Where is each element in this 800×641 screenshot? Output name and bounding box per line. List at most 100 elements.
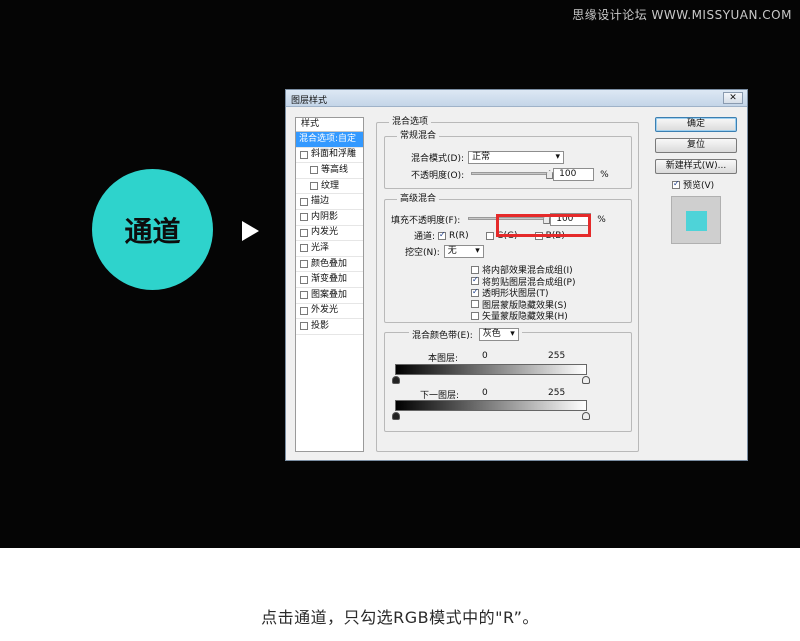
sidebar-item-label: 内发光 bbox=[311, 227, 339, 238]
this-layer-max: 255 bbox=[548, 351, 566, 361]
channel-r-label[interactable]: R(R) bbox=[449, 231, 469, 241]
sidebar-item-checkbox[interactable] bbox=[300, 291, 308, 300]
sidebar-item-label: 外发光 bbox=[311, 305, 339, 316]
this-layer-white-marker[interactable] bbox=[582, 376, 590, 384]
dialog-titlebar: 图层样式 ✕ bbox=[286, 90, 747, 107]
sidebar-item-checkbox[interactable] bbox=[300, 275, 308, 284]
general-blending-title: 常规混合 bbox=[397, 131, 440, 141]
preview-swatch bbox=[686, 211, 707, 231]
sidebar-item-checkbox[interactable] bbox=[300, 213, 308, 222]
play-arrow-icon bbox=[242, 221, 259, 241]
sidebar-item-checkbox[interactable] bbox=[310, 182, 318, 191]
blend-if-group: 混合颜色带(E): 灰色 本图层: 0 255 下一图层: 0 255 bbox=[384, 328, 632, 432]
advanced-blending-title: 高级混合 bbox=[397, 194, 440, 204]
channel-badge: 通道 bbox=[92, 169, 213, 290]
sidebar-item[interactable]: 描边 bbox=[296, 194, 363, 210]
sidebar-item-label: 图案叠加 bbox=[311, 289, 348, 300]
advanced-option-checkbox[interactable] bbox=[471, 275, 479, 286]
preview-row: 预览(V) bbox=[672, 178, 714, 191]
blend-mode-row: 混合模式(D): 正常 bbox=[411, 151, 564, 164]
blend-options-title: 混合选项 bbox=[389, 117, 432, 127]
caption: 点击通道，只勾选RGB模式中的"R”。 bbox=[261, 608, 539, 627]
blend-mode-value: 正常 bbox=[472, 152, 491, 162]
sidebar-item-label: 内阴影 bbox=[311, 211, 339, 222]
sidebar-item-label: 渐变叠加 bbox=[311, 274, 348, 285]
sidebar-item[interactable]: 投影 bbox=[296, 319, 363, 335]
style-list-items: 混合选项:自定斜面和浮雕等高线纹理描边内阴影内发光光泽颜色叠加 渐变叠加图案叠加外… bbox=[296, 132, 363, 335]
new-style-button[interactable]: 新建样式(W)... bbox=[655, 159, 737, 174]
opacity-slider[interactable] bbox=[471, 168, 554, 181]
underlying-min: 0 bbox=[482, 388, 488, 398]
advanced-options-list: 将内部效果混合成组(I)将剪贴图层混合成组(P)透明形状图层(T)图层蒙版隐藏效… bbox=[471, 264, 575, 322]
underlying-white-marker[interactable] bbox=[582, 412, 590, 420]
sidebar-item-checkbox[interactable] bbox=[300, 228, 308, 237]
sidebar-item[interactable]: 外发光 bbox=[296, 304, 363, 320]
channel-r-checkbox[interactable] bbox=[438, 230, 447, 240]
sidebar-item-checkbox[interactable] bbox=[300, 260, 308, 269]
ok-button[interactable]: 确定 bbox=[655, 117, 737, 132]
opacity-input[interactable]: 100 bbox=[553, 168, 595, 181]
sidebar-item[interactable]: 颜色叠加 bbox=[296, 257, 363, 273]
sidebar-item-checkbox[interactable] bbox=[300, 244, 308, 253]
channel-g-checkbox[interactable] bbox=[485, 231, 494, 240]
knockout-row: 挖空(N): 无 bbox=[405, 245, 484, 258]
this-layer-row: 本图层: bbox=[428, 351, 458, 364]
underlying-gradient bbox=[395, 400, 587, 411]
reset-button[interactable]: 复位 bbox=[655, 138, 737, 153]
preview-label[interactable]: 预览(V) bbox=[683, 178, 714, 191]
close-button[interactable]: ✕ bbox=[723, 92, 743, 104]
sidebar-item-label: 混合选项:自定 bbox=[299, 133, 357, 144]
sidebar-item[interactable]: 斜面和浮雕 bbox=[296, 148, 363, 164]
sidebar-item[interactable]: 混合选项:自定 bbox=[296, 132, 363, 148]
underlying-black-marker[interactable] bbox=[392, 412, 400, 420]
advanced-option-checkbox[interactable] bbox=[471, 300, 479, 309]
sidebar-item-checkbox[interactable] bbox=[300, 306, 308, 315]
sidebar-item[interactable]: 渐变叠加 bbox=[296, 272, 363, 288]
general-blending-group: 常规混合 混合模式(D): 正常 不透明度(O): 100 % bbox=[384, 131, 632, 189]
knockout-value: 无 bbox=[447, 246, 457, 256]
style-list: 样式 混合选项:自定斜面和浮雕等高线纹理描边内阴影内发光光泽颜色叠加 渐变叠加图案… bbox=[295, 117, 364, 452]
advanced-option-checkbox[interactable] bbox=[471, 265, 479, 274]
sidebar-item[interactable]: 纹理 bbox=[296, 179, 363, 195]
sidebar-item-label: 纹理 bbox=[321, 180, 340, 191]
blend-options-group: 混合选项 常规混合 混合模式(D): 正常 不透明度(O): 100 % 高级混… bbox=[376, 117, 639, 452]
fill-opacity-percent: % bbox=[597, 214, 606, 225]
blend-mode-select[interactable]: 正常 bbox=[468, 151, 564, 164]
sidebar-item-label: 光泽 bbox=[311, 242, 330, 253]
sidebar-item[interactable]: 内阴影 bbox=[296, 210, 363, 226]
advanced-option-checkbox[interactable] bbox=[471, 287, 479, 297]
preview-checkbox[interactable] bbox=[672, 179, 680, 189]
sidebar-item-label: 斜面和浮雕 bbox=[311, 149, 357, 160]
sidebar-item[interactable]: 等高线 bbox=[296, 163, 363, 179]
tutorial-canvas: 思缘设计论坛 WWW.MISSYUAN.COM 通道 图层样式 ✕ 样式 混合选… bbox=[0, 0, 800, 548]
sidebar-item[interactable]: 光泽 bbox=[296, 241, 363, 257]
sidebar-item-checkbox[interactable] bbox=[300, 322, 308, 331]
sidebar-item-label: 描边 bbox=[311, 196, 330, 207]
fill-opacity-label: 填充不透明度(F): bbox=[391, 216, 461, 226]
advanced-option-label[interactable]: 矢量蒙版隐藏效果(H) bbox=[482, 309, 568, 322]
sidebar-item-label: 等高线 bbox=[321, 164, 349, 175]
watermark: 思缘设计论坛 WWW.MISSYUAN.COM bbox=[572, 8, 792, 22]
sidebar-item-checkbox[interactable] bbox=[310, 166, 318, 175]
advanced-option-checkbox[interactable] bbox=[471, 311, 479, 320]
this-layer-min: 0 bbox=[482, 351, 488, 361]
sidebar-item-checkbox[interactable] bbox=[300, 150, 308, 159]
dialog-title: 图层样式 bbox=[291, 96, 328, 106]
sidebar-item[interactable]: 内发光 bbox=[296, 226, 363, 242]
advanced-option[interactable]: 矢量蒙版隐藏效果(H) bbox=[471, 310, 575, 322]
style-preview bbox=[671, 196, 721, 244]
blend-if-select[interactable]: 灰色 bbox=[478, 328, 519, 341]
this-layer-label: 本图层: bbox=[428, 354, 459, 364]
style-list-header[interactable]: 样式 bbox=[296, 118, 363, 132]
blend-if-label: 混合颜色带(E): bbox=[412, 331, 473, 341]
channels-label: 通道: bbox=[414, 232, 436, 242]
this-layer-black-marker[interactable] bbox=[392, 376, 400, 384]
sidebar-item[interactable]: 图案叠加 bbox=[296, 288, 363, 304]
knockout-select[interactable]: 无 bbox=[443, 245, 484, 258]
sidebar-item-label: 投影 bbox=[311, 320, 330, 331]
sidebar-item-checkbox[interactable] bbox=[300, 197, 308, 206]
opacity-percent: % bbox=[600, 169, 609, 180]
close-icon: ✕ bbox=[729, 93, 737, 103]
channel-badge-label: 通道 bbox=[124, 214, 181, 248]
blend-if-row: 混合颜色带(E): 灰色 bbox=[409, 328, 522, 341]
